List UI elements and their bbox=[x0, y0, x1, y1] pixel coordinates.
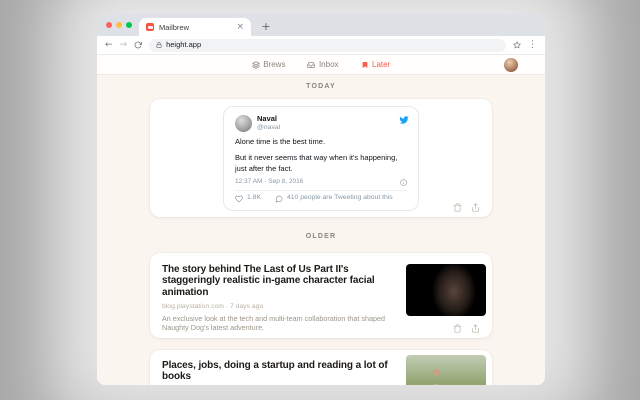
section-label-older: OLDER bbox=[305, 233, 337, 241]
nav-inbox-label: Inbox bbox=[318, 60, 339, 69]
inbox-icon bbox=[307, 61, 316, 69]
reload-icon[interactable] bbox=[134, 41, 143, 49]
article-description: An exclusive look at the tech and multi-… bbox=[162, 313, 385, 333]
tweet-timestamp: 12:37 AM · Sep 8, 2016 bbox=[235, 177, 304, 185]
article-body: Places, jobs, doing a startup and readin… bbox=[162, 360, 402, 383]
saved-article-card[interactable]: The story behind The Last of Us Part II'… bbox=[150, 252, 492, 338]
close-window-button[interactable] bbox=[106, 22, 112, 28]
nav-later[interactable]: Later bbox=[361, 60, 391, 69]
nav-inbox[interactable]: Inbox bbox=[307, 60, 339, 69]
trash-icon[interactable] bbox=[453, 324, 462, 333]
tweet-line-2: But it never seems that way when it's ha… bbox=[235, 153, 398, 173]
article-body: The story behind The Last of Us Part II'… bbox=[162, 264, 402, 333]
nav-later-label: Later bbox=[372, 60, 391, 69]
article-thumbnail bbox=[406, 354, 486, 385]
tweet-engagement-row: 1.8K 410 people are Tweeting about this bbox=[235, 194, 407, 203]
heart-icon[interactable] bbox=[235, 195, 243, 203]
card-actions bbox=[453, 324, 480, 333]
bookmark-later-icon bbox=[361, 61, 369, 69]
bookmark-star-icon[interactable] bbox=[513, 41, 521, 49]
saved-tweet-card: Naval @naval Alone time is the best time… bbox=[150, 99, 492, 218]
url-bar: ← → height.app ⋮ bbox=[97, 36, 545, 55]
saved-article-card[interactable]: Places, jobs, doing a startup and readin… bbox=[150, 349, 492, 385]
tab-close-icon[interactable]: × bbox=[236, 22, 244, 32]
minimize-window-button[interactable] bbox=[116, 22, 122, 28]
trash-icon[interactable] bbox=[453, 203, 462, 213]
browser-tab[interactable]: Mailbrew × bbox=[139, 18, 251, 36]
later-feed: TODAY Naval @naval Alone time is the bes… bbox=[97, 75, 545, 385]
mailbrew-favicon bbox=[146, 23, 154, 31]
brews-icon bbox=[252, 60, 260, 69]
tweet-timestamp-row: 12:37 AM · Sep 8, 2016 bbox=[235, 177, 407, 186]
tweet-text: Alone time is the best time. But it neve… bbox=[235, 137, 407, 173]
tweet-author-name: Naval bbox=[257, 114, 278, 124]
twitter-bird-icon[interactable] bbox=[399, 115, 409, 125]
share-icon[interactable] bbox=[471, 324, 480, 333]
article-source: blog.playstation.com · 7 days ago bbox=[162, 302, 264, 310]
tweet-divider bbox=[235, 189, 407, 191]
section-label-today: TODAY bbox=[306, 83, 336, 90]
lock-icon bbox=[156, 42, 162, 48]
tweet-header: Naval @naval bbox=[235, 114, 407, 132]
url-text: height.app bbox=[166, 40, 202, 50]
app-toolbar: Brews Inbox Later bbox=[97, 55, 545, 75]
zoom-window-button[interactable] bbox=[126, 22, 132, 28]
address-field[interactable]: height.app bbox=[149, 38, 506, 52]
article-title: Places, jobs, doing a startup and readin… bbox=[162, 359, 388, 383]
tweet-author-avatar bbox=[235, 114, 252, 132]
article-thumbnail bbox=[406, 263, 486, 316]
tweet-retweet-note: 410 people are Tweeting about this bbox=[286, 194, 393, 202]
tweet-embed: Naval @naval Alone time is the best time… bbox=[223, 106, 419, 211]
card-actions bbox=[453, 203, 480, 213]
browser-window: Mailbrew × + ← → height.app ⋮ Brews Inbo… bbox=[97, 14, 545, 385]
article-title: The story behind The Last of Us Part II'… bbox=[162, 263, 375, 298]
new-tab-button[interactable]: + bbox=[258, 18, 274, 36]
tab-strip: Mailbrew × + bbox=[97, 14, 545, 36]
tweet-author-handle: @naval bbox=[257, 123, 281, 131]
user-avatar[interactable] bbox=[504, 57, 518, 72]
window-controls bbox=[106, 22, 132, 28]
share-icon[interactable] bbox=[471, 203, 480, 213]
browser-menu-icon[interactable]: ⋮ bbox=[528, 40, 537, 50]
tweet-like-count: 1.8K bbox=[247, 194, 261, 202]
nav-brews[interactable]: Brews bbox=[252, 60, 286, 69]
back-icon[interactable]: ← bbox=[105, 40, 113, 50]
tab-title: Mailbrew bbox=[159, 22, 190, 32]
tweet-line-1: Alone time is the best time. bbox=[235, 137, 326, 147]
speech-bubble-icon[interactable] bbox=[275, 195, 283, 203]
nav-brews-label: Brews bbox=[263, 60, 286, 69]
info-icon[interactable] bbox=[400, 178, 407, 186]
forward-icon[interactable]: → bbox=[120, 40, 128, 50]
